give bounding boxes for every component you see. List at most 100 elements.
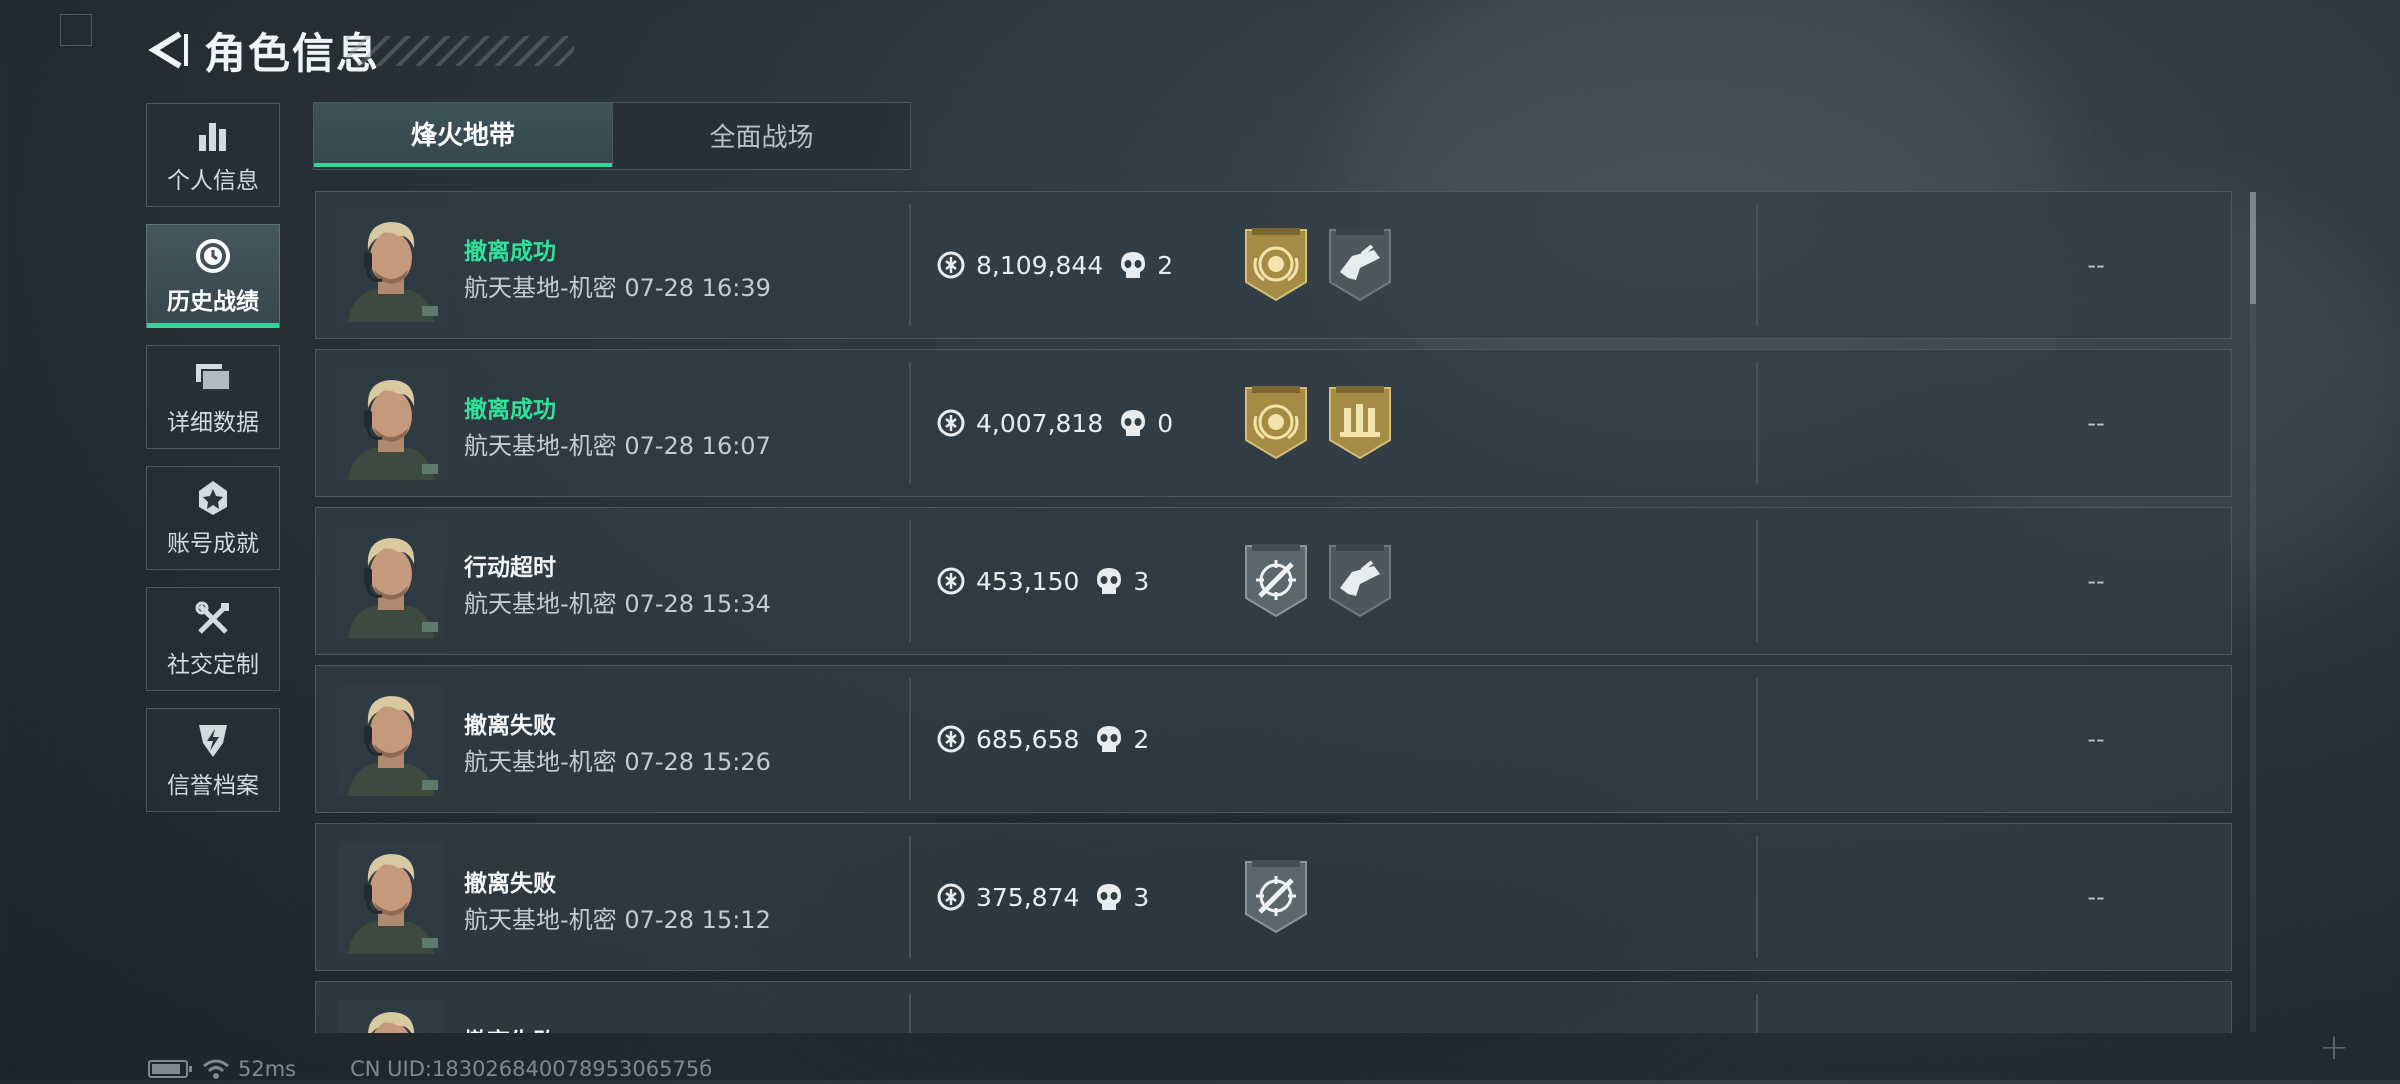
page-header: 角色信息 bbox=[146, 22, 574, 78]
tab-warzone[interactable]: 烽火地带 bbox=[314, 103, 612, 167]
record-extra: -- bbox=[2087, 725, 2105, 753]
record-badges bbox=[1242, 386, 1410, 460]
operator-avatar bbox=[338, 368, 444, 480]
gray-crosshair-badge-icon[interactable] bbox=[1242, 544, 1310, 618]
record-status: 行动超时 bbox=[464, 555, 556, 581]
record-row[interactable]: 撤离成功 航天基地-机密 07-28 16:39 8,109,844 2 -- bbox=[315, 191, 2232, 339]
sidebar-item-label: 详细数据 bbox=[167, 410, 259, 436]
record-time: 07-28 16:07 bbox=[624, 432, 771, 460]
record-value: 375,874 bbox=[976, 882, 1080, 912]
column-divider bbox=[1756, 362, 1758, 484]
battery-icon bbox=[148, 1060, 192, 1078]
operator-avatar bbox=[338, 210, 444, 322]
scrollbar-thumb[interactable] bbox=[2250, 192, 2256, 304]
record-row[interactable]: 撤离失败 bbox=[315, 981, 2232, 1033]
gray-weapon-badge-icon[interactable] bbox=[1326, 544, 1394, 618]
history-clock-icon bbox=[193, 236, 233, 276]
corner-frame-icon bbox=[60, 14, 92, 46]
record-row[interactable]: 撤离失败 航天基地-机密 07-28 15:26 685,658 2 -- bbox=[315, 665, 2232, 813]
column-divider bbox=[1756, 994, 1758, 1033]
record-map: 航天基地-机密 bbox=[464, 274, 617, 302]
column-divider bbox=[1756, 836, 1758, 958]
column-divider bbox=[909, 204, 911, 326]
column-divider bbox=[1756, 678, 1758, 800]
skull-kills-icon bbox=[1097, 568, 1122, 594]
mode-tabs: 烽火地带 全面战场 bbox=[313, 102, 911, 170]
record-row[interactable]: 撤离成功 航天基地-机密 07-28 16:07 4,007,818 0 -- bbox=[315, 349, 2232, 497]
column-divider bbox=[1756, 204, 1758, 326]
gold-emblem-badge-icon[interactable] bbox=[1242, 228, 1310, 302]
record-value: 8,109,844 bbox=[976, 250, 1104, 280]
record-value: 4,007,818 bbox=[976, 408, 1104, 438]
record-map-time: 航天基地-机密 07-28 15:12 bbox=[464, 900, 771, 935]
sidebar-item-label: 社交定制 bbox=[167, 652, 259, 678]
record-kills: 3 bbox=[1133, 566, 1150, 596]
list-scrollbar[interactable] bbox=[2250, 192, 2256, 1032]
sidebar-item-credit[interactable]: 信誉档案 bbox=[146, 708, 280, 812]
folder-stack-icon bbox=[193, 357, 233, 397]
record-extra bbox=[1956, 982, 2234, 1033]
record-extra: -- bbox=[2087, 567, 2105, 595]
sidebar-item-social[interactable]: 社交定制 bbox=[146, 587, 280, 691]
sidebar-nav: 个人信息 历史战绩 详细数据 账号成就 社交定制 信誉档案 bbox=[146, 103, 282, 829]
wifi-icon bbox=[203, 1059, 229, 1079]
title-decoration bbox=[346, 36, 574, 66]
sidebar-item-profile[interactable]: 个人信息 bbox=[146, 103, 280, 207]
record-status: 撤离失败 bbox=[464, 871, 556, 897]
tab-battlefield[interactable]: 全面战场 bbox=[612, 103, 910, 167]
uid-text: CN UID:18302684007895306575б bbox=[350, 1057, 713, 1081]
gold-ammo-badge-icon[interactable] bbox=[1326, 386, 1394, 460]
gray-crosshair-badge-icon[interactable] bbox=[1242, 860, 1310, 934]
record-kills: 2 bbox=[1133, 724, 1150, 754]
record-map: 航天基地-机密 bbox=[464, 590, 617, 618]
operator-avatar bbox=[338, 526, 444, 638]
record-status: 撤离失败 bbox=[464, 1022, 556, 1033]
column-divider bbox=[909, 836, 911, 958]
column-divider bbox=[909, 994, 911, 1033]
currency-coin-icon bbox=[937, 725, 965, 753]
record-stats: 4,007,818 0 bbox=[936, 350, 1173, 496]
record-row[interactable]: 撤离失败 航天基地-机密 07-28 15:12 375,874 3 -- bbox=[315, 823, 2232, 971]
sidebar-item-label: 账号成就 bbox=[167, 531, 259, 557]
record-map: 航天基地-机密 bbox=[464, 906, 617, 934]
record-extra: -- bbox=[2087, 883, 2105, 911]
record-value: 453,150 bbox=[976, 566, 1080, 596]
record-kills: 2 bbox=[1157, 250, 1174, 280]
record-stats: 8,109,844 2 bbox=[936, 192, 1173, 338]
record-map-time: 航天基地-机密 07-28 16:07 bbox=[464, 426, 771, 461]
credit-shield-icon bbox=[193, 720, 233, 760]
back-arrow-icon[interactable] bbox=[146, 26, 190, 74]
record-map-time: 航天基地-机密 07-28 16:39 bbox=[464, 268, 771, 303]
achievement-icon bbox=[193, 478, 233, 518]
record-status: 撤离成功 bbox=[464, 397, 556, 423]
record-badges bbox=[1242, 860, 1326, 934]
record-stats: 375,874 3 bbox=[936, 824, 1149, 970]
currency-coin-icon bbox=[937, 409, 965, 437]
currency-coin-icon bbox=[937, 251, 965, 279]
column-divider bbox=[909, 520, 911, 642]
record-row[interactable]: 行动超时 航天基地-机密 07-28 15:34 453,150 3 -- bbox=[315, 507, 2232, 655]
operator-avatar bbox=[338, 684, 444, 796]
gray-weapon-badge-icon[interactable] bbox=[1326, 228, 1394, 302]
record-value: 685,658 bbox=[976, 724, 1080, 754]
record-extra: -- bbox=[2087, 409, 2105, 437]
crosshair-plus-icon: + bbox=[2318, 1027, 2350, 1068]
operator-avatar bbox=[338, 842, 444, 954]
column-divider bbox=[1756, 520, 1758, 642]
record-map-time: 航天基地-机密 07-28 15:26 bbox=[464, 742, 771, 777]
tools-icon bbox=[193, 599, 233, 639]
sidebar-item-details[interactable]: 详细数据 bbox=[146, 345, 280, 449]
sidebar-item-achievements[interactable]: 账号成就 bbox=[146, 466, 280, 570]
column-divider bbox=[909, 362, 911, 484]
record-map: 航天基地-机密 bbox=[464, 432, 617, 460]
gold-emblem-badge-icon[interactable] bbox=[1242, 386, 1310, 460]
record-status: 撤离成功 bbox=[464, 239, 556, 265]
record-map: 航天基地-机密 bbox=[464, 748, 617, 776]
record-time: 07-28 15:34 bbox=[624, 590, 771, 618]
record-kills: 3 bbox=[1133, 882, 1150, 912]
record-extra: -- bbox=[2087, 251, 2105, 279]
column-divider bbox=[909, 678, 911, 800]
sidebar-item-history[interactable]: 历史战绩 bbox=[146, 224, 280, 328]
currency-coin-icon bbox=[937, 883, 965, 911]
record-time: 07-28 15:12 bbox=[624, 906, 771, 934]
